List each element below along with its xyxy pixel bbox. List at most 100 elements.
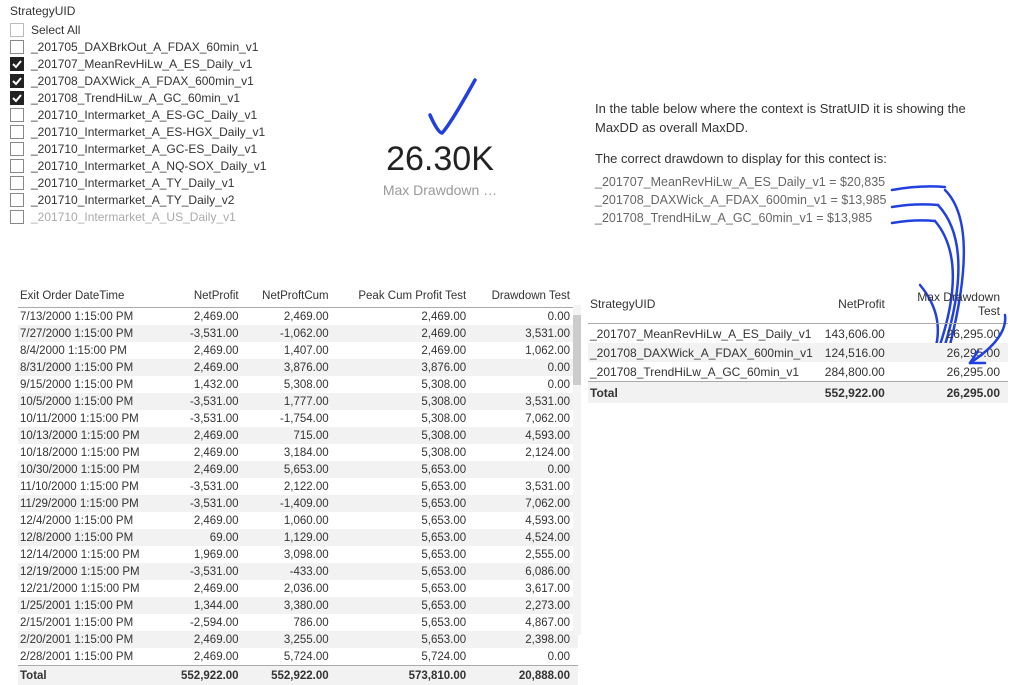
checkbox-icon[interactable] <box>10 159 24 173</box>
table-cell: -3,531.00 <box>167 393 247 410</box>
table-cell: 0.00 <box>474 359 578 376</box>
column-header[interactable]: NetProfit <box>167 285 247 308</box>
table-cell: 7,062.00 <box>474 410 578 427</box>
checkbox-icon[interactable] <box>10 91 24 105</box>
checkbox-select-all[interactable] <box>10 23 24 37</box>
table-row[interactable]: _201707_MeanRevHiLw_A_ES_Daily_v1143,606… <box>588 324 1008 344</box>
scrollbar[interactable] <box>573 305 581 635</box>
table-row[interactable]: 10/30/2000 1:15:00 PM2,469.005,653.005,6… <box>18 461 578 478</box>
table-cell-total: 552,922.00 <box>167 666 247 685</box>
table-cell: -3,531.00 <box>167 325 247 342</box>
table-cell-total: 552,922.00 <box>247 666 337 685</box>
table-row[interactable]: 9/15/2000 1:15:00 PM1,432.005,308.005,30… <box>18 376 578 393</box>
table-cell: 0.00 <box>474 461 578 478</box>
slicer-item[interactable]: _201710_Intermarket_A_ES-HGX_Daily_v1 <box>10 123 285 140</box>
slicer-item[interactable]: _201710_Intermarket_A_GC-ES_Daily_v1 <box>10 140 285 157</box>
checkbox-icon[interactable] <box>10 125 24 139</box>
slicer-item[interactable]: _201708_TrendHiLw_A_GC_60min_v1 <box>10 89 285 106</box>
slicer-item[interactable]: _201710_Intermarket_A_TY_Daily_v1 <box>10 174 285 191</box>
table-cell: 3,184.00 <box>247 444 337 461</box>
table-row[interactable]: 8/4/2000 1:15:00 PM2,469.001,407.002,469… <box>18 342 578 359</box>
table-row[interactable]: _201708_DAXWick_A_FDAX_600min_v1124,516.… <box>588 343 1008 362</box>
table-cell: 12/21/2000 1:15:00 PM <box>18 580 167 597</box>
table-cell: 2,036.00 <box>247 580 337 597</box>
column-header[interactable]: StrategyUID <box>588 285 821 324</box>
table-row[interactable]: 1/25/2001 1:15:00 PM1,344.003,380.005,65… <box>18 597 578 614</box>
checkbox-icon[interactable] <box>10 142 24 156</box>
table-cell: 8/4/2000 1:15:00 PM <box>18 342 167 359</box>
table-cell: 5,653.00 <box>337 563 475 580</box>
table-cell: 6,086.00 <box>474 563 578 580</box>
checkbox-icon[interactable] <box>10 210 24 224</box>
slicer-item[interactable]: _201705_DAXBrkOut_A_FDAX_60min_v1 <box>10 38 285 55</box>
table-row[interactable]: 10/13/2000 1:15:00 PM2,469.00715.005,308… <box>18 427 578 444</box>
table-cell: 1,777.00 <box>247 393 337 410</box>
checkbox-icon[interactable] <box>10 40 24 54</box>
table-cell: 1,432.00 <box>167 376 247 393</box>
table-cell: 5,724.00 <box>337 648 475 666</box>
table-cell: 1,344.00 <box>167 597 247 614</box>
table-cell: -1,409.00 <box>247 495 337 512</box>
table-cell: -3,531.00 <box>167 478 247 495</box>
table-cell: 2,469.00 <box>167 580 247 597</box>
slicer-item[interactable]: _201707_MeanRevHiLw_A_ES_Daily_v1 <box>10 55 285 72</box>
slicer-item[interactable]: _201708_DAXWick_A_FDAX_600min_v1 <box>10 72 285 89</box>
table-row[interactable]: 10/18/2000 1:15:00 PM2,469.003,184.005,3… <box>18 444 578 461</box>
table-row[interactable]: 7/13/2000 1:15:00 PM2,469.002,469.002,46… <box>18 308 578 326</box>
table-row[interactable]: _201708_TrendHiLw_A_GC_60min_v1284,800.0… <box>588 362 1008 382</box>
table-cell: 5,653.00 <box>337 512 475 529</box>
scrollbar-thumb[interactable] <box>573 315 581 385</box>
table-row[interactable]: 11/29/2000 1:15:00 PM-3,531.00-1,409.005… <box>18 495 578 512</box>
checkbox-icon[interactable] <box>10 108 24 122</box>
table-header-row: Exit Order DateTimeNetProfitNetProftCumP… <box>18 285 578 308</box>
table-cell: 2,398.00 <box>474 631 578 648</box>
table-row[interactable]: 7/27/2000 1:15:00 PM-3,531.00-1,062.002,… <box>18 325 578 342</box>
column-header[interactable]: Peak Cum Profit Test <box>337 285 475 308</box>
column-header[interactable]: NetProfit <box>821 285 893 324</box>
table-row[interactable]: 10/5/2000 1:15:00 PM-3,531.001,777.005,3… <box>18 393 578 410</box>
table-cell: 1,407.00 <box>247 342 337 359</box>
column-header[interactable]: Drawdown Test <box>474 285 578 308</box>
table-cell: 1,062.00 <box>474 342 578 359</box>
column-header[interactable]: Exit Order DateTime <box>18 285 167 308</box>
slicer-item[interactable]: _201710_Intermarket_A_US_Daily_v1 <box>10 208 285 225</box>
table-row[interactable]: 12/21/2000 1:15:00 PM2,469.002,036.005,6… <box>18 580 578 597</box>
table-cell: 2,122.00 <box>247 478 337 495</box>
checkbox-icon[interactable] <box>10 74 24 88</box>
table-cell: 5,653.00 <box>337 631 475 648</box>
table-cell: -3,531.00 <box>167 495 247 512</box>
table-cell: 5,308.00 <box>337 427 475 444</box>
table-row[interactable]: 8/31/2000 1:15:00 PM2,469.003,876.003,87… <box>18 359 578 376</box>
table-cell: 0.00 <box>474 376 578 393</box>
column-header[interactable]: NetProftCum <box>247 285 337 308</box>
table-row[interactable]: 10/11/2000 1:15:00 PM-3,531.00-1,754.005… <box>18 410 578 427</box>
table-row[interactable]: 12/8/2000 1:15:00 PM69.001,129.005,653.0… <box>18 529 578 546</box>
table-cell: 5,653.00 <box>247 461 337 478</box>
table-row[interactable]: 12/4/2000 1:15:00 PM2,469.001,060.005,65… <box>18 512 578 529</box>
table-row[interactable]: 12/19/2000 1:15:00 PM-3,531.00-433.005,6… <box>18 563 578 580</box>
table-cell: 2,469.00 <box>167 427 247 444</box>
table-cell: 5,308.00 <box>337 393 475 410</box>
slicer-item[interactable]: _201710_Intermarket_A_ES-GC_Daily_v1 <box>10 106 285 123</box>
table-row[interactable]: 2/28/2001 1:15:00 PM2,469.005,724.005,72… <box>18 648 578 666</box>
table-cell: 124,516.00 <box>821 343 893 362</box>
checkbox-icon[interactable] <box>10 57 24 71</box>
checkbox-icon[interactable] <box>10 193 24 207</box>
table-cell: 10/11/2000 1:15:00 PM <box>18 410 167 427</box>
table-row[interactable]: 12/14/2000 1:15:00 PM1,969.003,098.005,6… <box>18 546 578 563</box>
slicer-item[interactable]: _201710_Intermarket_A_TY_Daily_v2 <box>10 191 285 208</box>
slicer-item[interactable]: _201710_Intermarket_A_NQ-SOX_Daily_v1 <box>10 157 285 174</box>
slicer-list: Select All _201705_DAXBrkOut_A_FDAX_60mi… <box>10 21 285 225</box>
summary-table: StrategyUIDNetProfitMax Drawdown Test _2… <box>588 285 1008 403</box>
table-cell: 2,469.00 <box>167 308 247 326</box>
table-row[interactable]: 2/20/2001 1:15:00 PM2,469.003,255.005,65… <box>18 631 578 648</box>
table-row[interactable]: 2/15/2001 1:15:00 PM-2,594.00786.005,653… <box>18 614 578 631</box>
table-cell: 2,469.00 <box>167 461 247 478</box>
annotation-note: In the table below where the context is … <box>585 0 1015 270</box>
slicer-select-all[interactable]: Select All <box>10 21 285 38</box>
table-row[interactable]: 11/10/2000 1:15:00 PM-3,531.002,122.005,… <box>18 478 578 495</box>
top-row: StrategyUID Select All _201705_DAXBrkOut… <box>0 0 1035 270</box>
checkbox-icon[interactable] <box>10 176 24 190</box>
table-cell: 2,469.00 <box>167 512 247 529</box>
detail-table: Exit Order DateTimeNetProfitNetProftCumP… <box>18 285 578 685</box>
